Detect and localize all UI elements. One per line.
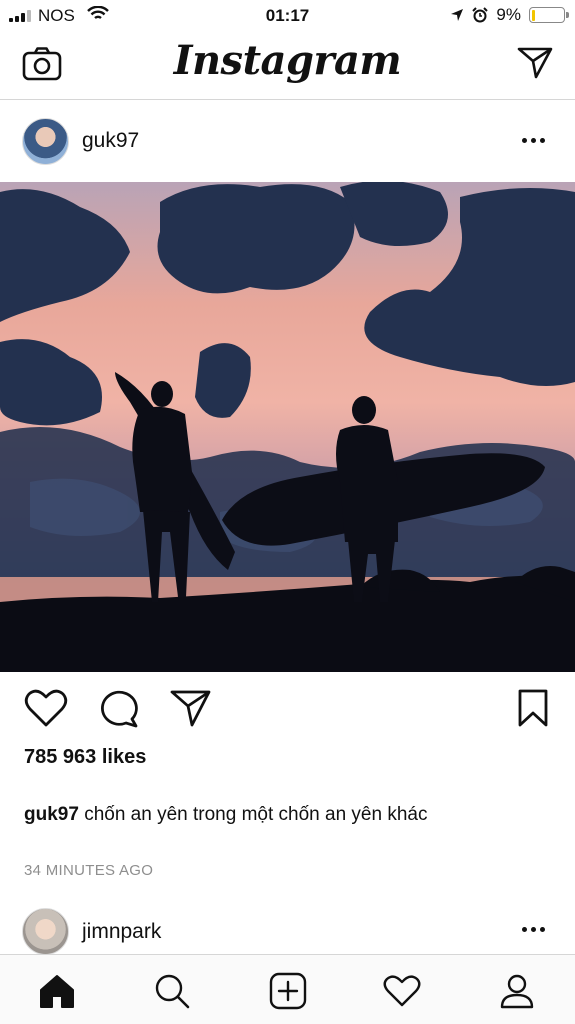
share-icon[interactable]: [170, 688, 212, 728]
post-actions: [0, 688, 575, 732]
comment-icon[interactable]: [98, 688, 140, 728]
caption-text: chốn an yên trong một chốn an yên khác: [78, 804, 428, 825]
post-header: guk97: [0, 100, 575, 182]
post-photo[interactable]: [0, 182, 575, 672]
location-arrow-icon: [450, 8, 464, 22]
add-post-icon[interactable]: [268, 971, 308, 1011]
alarm-icon: [472, 7, 489, 23]
caption-username[interactable]: guk97: [24, 804, 79, 825]
more-options-icon[interactable]: [522, 138, 545, 143]
avatar[interactable]: [22, 908, 69, 955]
instagram-logo: Instagram: [173, 37, 402, 84]
post-username[interactable]: jimnpark: [82, 920, 161, 944]
bookmark-icon[interactable]: [516, 688, 550, 728]
next-post-header: jimnpark: [0, 900, 575, 955]
direct-message-icon[interactable]: [517, 46, 553, 80]
profile-icon[interactable]: [497, 971, 537, 1011]
search-icon[interactable]: [152, 971, 192, 1011]
activity-icon[interactable]: [382, 971, 422, 1011]
avatar[interactable]: [22, 118, 69, 165]
post-timestamp: 34 MINUTES AGO: [24, 862, 154, 879]
more-options-icon[interactable]: [522, 927, 545, 932]
status-bar: NOS 01:17 9%: [0, 0, 575, 34]
battery-icon: [529, 7, 569, 23]
top-navigation: Instagram: [0, 34, 575, 100]
likes-count[interactable]: 785 963 likes: [24, 746, 146, 769]
battery-percent: 9%: [496, 5, 521, 24]
bottom-tab-bar: [0, 954, 575, 1024]
post-username[interactable]: guk97: [82, 129, 139, 153]
heart-icon[interactable]: [24, 688, 68, 728]
home-icon[interactable]: [37, 971, 77, 1011]
post-caption: guk97 chốn an yên trong một chốn an yên …: [24, 804, 427, 826]
